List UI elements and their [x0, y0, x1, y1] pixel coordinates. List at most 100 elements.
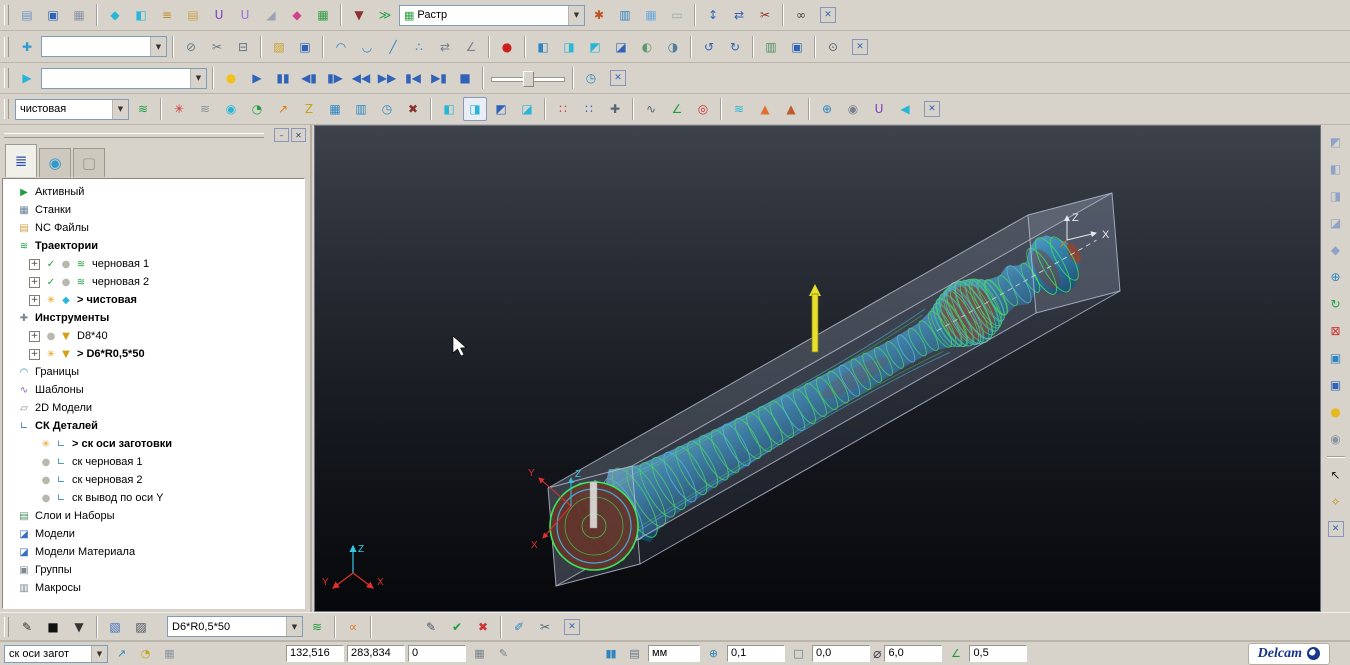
arc-2-icon[interactable]: ◡ [355, 35, 379, 59]
view-tool-icon[interactable]: ◐ [635, 35, 659, 59]
verify-ok-icon[interactable]: ✔ [445, 615, 469, 639]
tree-item[interactable]: ▱2D Модели [5, 399, 304, 417]
toolbar-main-close-icon[interactable]: ✕ [820, 7, 836, 23]
u-tool-icon[interactable]: U [867, 97, 891, 121]
waves-icon[interactable]: ≋ [193, 97, 217, 121]
simulate-toolpath-combo[interactable]: ▼ [41, 68, 207, 89]
gauge-icon[interactable]: ◔ [135, 644, 156, 664]
circle-target-icon[interactable]: ◎ [691, 97, 715, 121]
options-icon[interactable]: ⊙ [821, 35, 845, 59]
units-field[interactable]: мм [648, 645, 700, 662]
tool-diameter-field[interactable]: 6,0 [884, 645, 942, 662]
cone-1-icon[interactable]: ▲ [753, 97, 777, 121]
transform-icon[interactable]: ⇄ [433, 35, 457, 59]
tree-item[interactable]: ✚Инструменты [5, 309, 304, 327]
thickness-field[interactable]: 0,0 [812, 645, 870, 662]
customize-icon[interactable]: ✱ [587, 3, 611, 27]
cut-icon[interactable]: ✂ [753, 3, 777, 27]
tree-item[interactable]: ◠Границы [5, 363, 304, 381]
curve-combo[interactable]: ▼ [41, 36, 167, 57]
step-back-icon[interactable]: ◀▮ [297, 66, 321, 90]
simulation-speed-slider[interactable] [489, 69, 567, 87]
globe-icon[interactable]: ◉ [1324, 427, 1348, 451]
feed-hold-icon[interactable]: ▮▮ [600, 644, 621, 664]
screen-navy-icon[interactable]: ▣ [1324, 373, 1348, 397]
tree-item[interactable]: ▤Слои и Наборы [5, 507, 304, 525]
tree-item[interactable]: ∟СК Деталей [5, 417, 304, 435]
tab-explorer[interactable]: ≣ [5, 144, 37, 177]
grid-edit-2-icon[interactable]: ▨ [129, 615, 153, 639]
angle-tool-icon[interactable]: ∠ [665, 97, 689, 121]
toolpath-levels-icon[interactable]: ≋ [131, 97, 155, 121]
brush-icon[interactable]: ✐ [507, 615, 531, 639]
zoom-prev-icon[interactable]: ⊠ [1324, 319, 1348, 343]
grid-blue-icon[interactable]: ▦ [323, 97, 347, 121]
edit-coords-icon[interactable]: ✎ [493, 644, 514, 664]
view-cube-icon[interactable]: ◆ [1324, 238, 1348, 262]
plot-icon[interactable]: ▦ [67, 3, 91, 27]
strategy-combo[interactable]: ▦Растр▼ [399, 5, 585, 26]
slider-thumb[interactable] [523, 71, 534, 87]
measure-icon[interactable]: ∠ [459, 35, 483, 59]
tree-item[interactable]: +✓●≋черновая 2 [5, 273, 304, 291]
tree-item[interactable]: ▦Станки [5, 201, 304, 219]
grid-edit-icon[interactable]: ▧ [103, 615, 127, 639]
tree-item[interactable]: ▣Группы [5, 561, 304, 579]
coordinate-z-field[interactable]: 0 [408, 645, 466, 662]
tree-item[interactable]: ●∟ск вывод по оси Y [5, 489, 304, 507]
play-icon[interactable]: ▶ [245, 66, 269, 90]
block-icon[interactable]: ◆ [103, 3, 127, 27]
calculator-icon[interactable]: ▦ [159, 644, 180, 664]
split-icon[interactable]: ⊟ [231, 35, 255, 59]
active-toolpath-combo[interactable]: чистовая▼ [15, 99, 129, 120]
simulate-toggle-icon[interactable]: ▶ [15, 66, 39, 90]
tree-item[interactable]: ▶Активный [5, 183, 304, 201]
arc-1-icon[interactable]: ◠ [329, 35, 353, 59]
tree-item[interactable]: +✳▼> D6*R0,5*50 [5, 345, 304, 363]
active-tool-combo[interactable]: D6*R0,5*50▼ [167, 616, 303, 637]
cross-icon[interactable]: ✚ [603, 97, 627, 121]
sort-up-down-icon[interactable]: ↕ [701, 3, 725, 27]
view-top-icon[interactable]: ◧ [1324, 157, 1348, 181]
levels-icon[interactable]: ▥ [759, 35, 783, 59]
stats-icon[interactable]: ▥ [349, 97, 373, 121]
shade-1-icon[interactable]: ◧ [437, 97, 461, 121]
viewport-3d[interactable]: Y X Z Z X Z [314, 125, 1321, 612]
tree-item[interactable]: ●∟ск черновая 1 [5, 453, 304, 471]
tree-item[interactable]: ●∟ск черновая 2 [5, 471, 304, 489]
clock-icon[interactable]: ◷ [579, 66, 603, 90]
back-cyan-icon[interactable]: ◀ [893, 97, 917, 121]
table-2-icon[interactable]: ▦ [639, 3, 663, 27]
points-red-icon[interactable]: ∷ [551, 97, 575, 121]
tree-item[interactable]: +●▼D8*40 [5, 327, 304, 345]
coordinate-x-field[interactable]: 132,516 [286, 645, 344, 662]
expand-icon[interactable]: ≫ [373, 3, 397, 27]
target-icon[interactable]: ✳ [167, 97, 191, 121]
zoom-in-icon[interactable]: ⊕ [1324, 265, 1348, 289]
toolbar-curve-close-icon[interactable]: ✕ [852, 39, 868, 55]
verify-fail-icon[interactable]: ✖ [471, 615, 495, 639]
tool-u-icon[interactable]: U [233, 3, 257, 27]
save-icon[interactable]: ▣ [41, 3, 65, 27]
print-icon[interactable]: ▤ [15, 3, 39, 27]
stop-icon[interactable]: ■ [453, 66, 477, 90]
view-shaded-icon[interactable]: ◧ [531, 35, 555, 59]
sphere-icon[interactable]: ◉ [841, 97, 865, 121]
knife-icon[interactable]: ◢ [259, 3, 283, 27]
axes-toggle-icon[interactable]: ↗ [111, 644, 132, 664]
cursor-icon[interactable]: ↖ [1324, 463, 1348, 487]
curve-tool-icon[interactable]: ∿ [639, 97, 663, 121]
shade-3-icon[interactable]: ◩ [489, 97, 513, 121]
tab-disabled[interactable]: ▢ [73, 148, 105, 177]
wizard-icon[interactable]: ✚ [15, 35, 39, 59]
color-swatch-icon[interactable]: ■ [41, 615, 65, 639]
viewbar-close-icon[interactable]: ✕ [1328, 521, 1344, 537]
tree-item[interactable]: ▥Макросы [5, 579, 304, 597]
ball-view-icon[interactable]: ◉ [219, 97, 243, 121]
chevron-down-icon[interactable]: ▼ [150, 37, 166, 56]
swatch-arrow-icon[interactable]: ▼ [67, 615, 91, 639]
view-front-icon[interactable]: ◨ [1324, 184, 1348, 208]
fast-forward-icon[interactable]: ▶▶ [375, 66, 399, 90]
bottombar-close-icon[interactable]: ✕ [564, 619, 580, 635]
remove-icon[interactable]: ✖ [401, 97, 425, 121]
